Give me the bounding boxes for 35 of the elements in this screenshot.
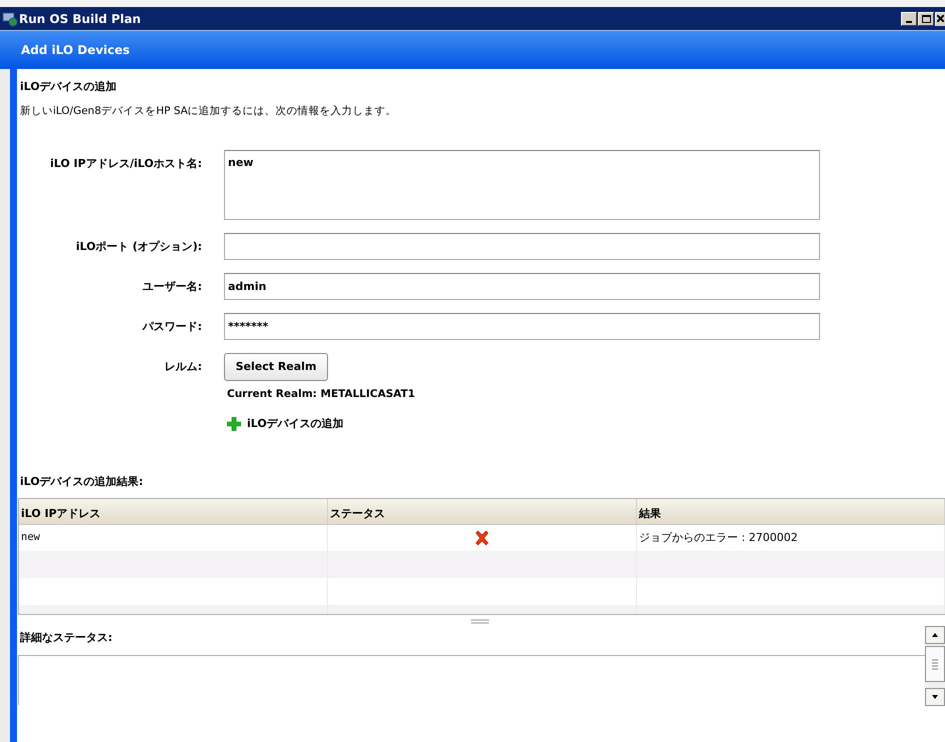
host-field[interactable]: new [224,150,820,220]
minimize-icon [906,20,912,22]
dialog-title: Add iLO Devices [21,42,130,59]
window-title: Run OS Build Plan [19,10,141,28]
input-field[interactable]: ******* [224,313,820,340]
field-label: レルム: [164,359,203,375]
minimize-button[interactable] [901,12,917,26]
current-realm: Current Realm: METALLICASAT1 [227,387,416,402]
field-label: パスワード: [141,319,203,335]
maximize-button[interactable] [918,12,934,26]
scroll-down-icon[interactable] [925,688,945,706]
input-field[interactable] [224,233,820,260]
field-label: iLOポート (オプション): [74,239,203,255]
plus-icon [227,417,241,432]
scrollbar[interactable] [925,626,945,706]
close-icon [937,15,944,22]
column-header[interactable]: 結果 [637,499,945,524]
column-header[interactable]: iLO IPアドレス [19,499,328,524]
add-device-link[interactable]: iLOデバイスの追加 [227,416,344,432]
select-realm-button[interactable]: Select Realm [224,353,328,381]
scroll-up-icon[interactable] [925,626,945,644]
results-title: iLOデバイスの追加結果: [20,474,144,490]
detail-label: 詳細なステータス: [20,630,112,646]
field-label: ユーザー名: [142,279,203,295]
maximize-icon [922,14,930,22]
column-header[interactable]: ステータス [328,499,637,524]
close-button[interactable] [935,12,945,26]
splitter-handle[interactable] [471,619,489,624]
section-title: iLOデバイスの追加 [20,79,117,95]
field-label: iLO IPアドレス/iLOホスト名: [49,156,203,172]
detail-field[interactable] [18,655,926,705]
computer-globe-icon [2,10,18,26]
description: 新しいiLO/Gen8デバイスをHP SAに追加するには、次の情報を入力します。 [20,104,397,119]
scroll-thumb-icon[interactable] [925,646,945,682]
input-field[interactable]: admin [224,273,820,300]
